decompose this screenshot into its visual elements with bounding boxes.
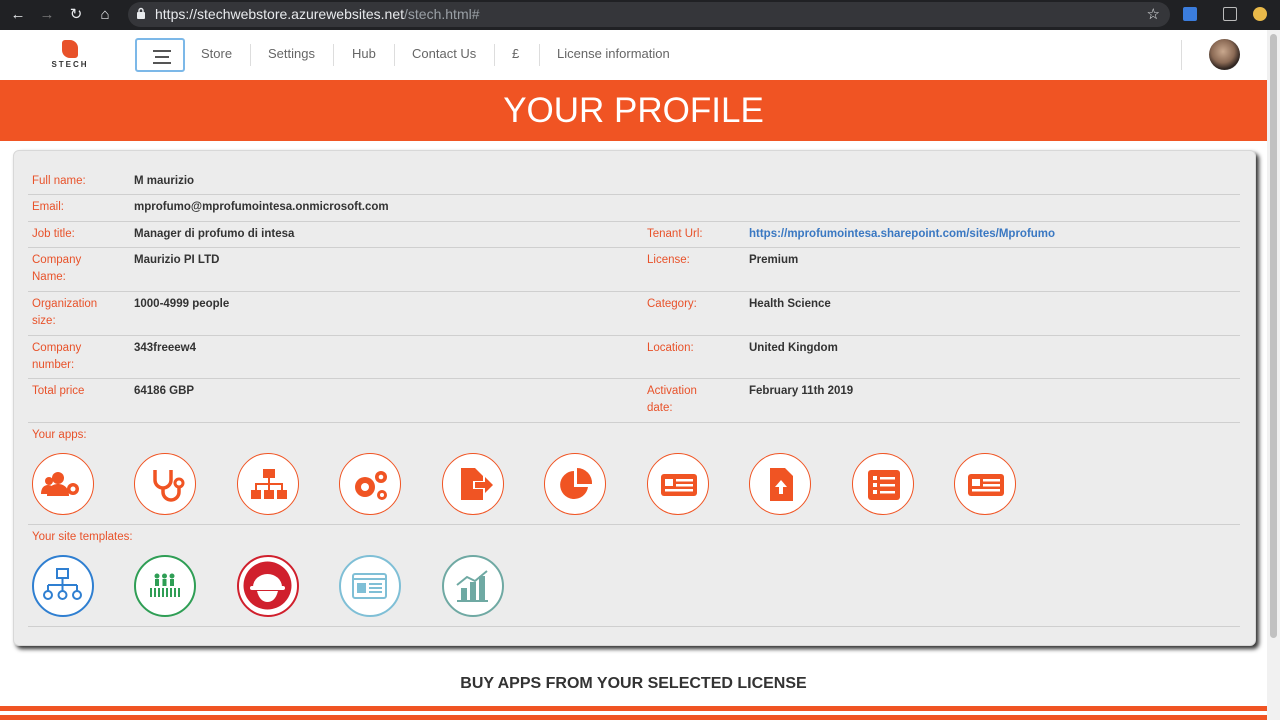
people-icon[interactable] [134,555,196,617]
nav-license-information[interactable]: License information [557,46,670,61]
stech-logo[interactable]: STECH [50,38,90,72]
organization-size-value: 1000-4999 people [134,298,230,310]
hierarchy-icon[interactable] [32,555,94,617]
bar-chart-icon[interactable] [442,555,504,617]
company-number-label: Company number: [32,340,81,374]
newspaper-icon[interactable] [647,453,709,515]
logo-wordmark: STECH [51,60,89,69]
nav-currency[interactable]: £ [512,46,519,61]
address-bar[interactable]: https://stechwebstore.azurewebsites.net/… [128,2,1170,27]
profile-row-company-name: Company Name: Maurizio PI LTD License: Pr… [28,248,1240,292]
gears-icon[interactable] [339,453,401,515]
location-label: Location: [647,342,694,354]
org-chart-icon[interactable] [237,453,299,515]
nav-store[interactable]: Store [201,46,232,61]
label-line: date: [647,402,673,414]
apps-section: Your apps: [28,423,1240,525]
hard-hat-icon[interactable] [237,555,299,617]
category-label: Category: [647,298,697,310]
footer-stripe [0,715,1267,720]
file-upload-icon[interactable] [749,453,811,515]
total-price-value: 64186 GBP [134,385,195,397]
nav-settings[interactable]: Settings [268,46,315,61]
profile-avatar-icon[interactable] [1253,7,1267,21]
site-navbar: STECH Store Settings Hub Contact Us £ Li… [0,30,1267,80]
page-title: YOUR PROFILE [503,91,764,130]
nav-divider [394,44,395,66]
job-title-label: Job title: [32,228,75,240]
home-icon[interactable]: ⌂ [95,5,115,25]
location-value: United Kingdom [749,342,838,354]
file-export-icon[interactable] [442,453,504,515]
lock-icon [137,7,145,19]
users-gear-icon[interactable] [32,453,94,515]
label-line: Company [32,342,82,354]
bookmark-star-icon[interactable]: ☆ [1147,5,1160,23]
nav-contact-us[interactable]: Contact Us [412,46,476,61]
extension-trello-icon[interactable] [1183,7,1197,21]
email-value: mprofumo@mprofumointesa.onmicrosoft.com [134,201,389,213]
category-value: Health Science [749,298,831,310]
nav-divider [250,44,251,66]
company-number-value: 343freeew4 [134,342,197,354]
user-avatar[interactable] [1209,39,1240,70]
organization-size-label: Organization size: [32,296,97,330]
pie-chart-icon[interactable] [544,453,606,515]
menu-button[interactable] [135,38,185,72]
page-title-banner: YOUR PROFILE [0,80,1267,141]
label-line: Organization [32,298,98,310]
nav-divider [333,44,334,66]
activation-date-label: Activation date: [647,383,697,417]
email-label: Email: [32,201,64,213]
company-name-label: Company Name: [32,252,81,286]
templates-section: Your site templates: [28,525,1240,627]
forward-icon[interactable]: → [37,5,57,25]
footer-stripe [0,706,1267,711]
nav-divider [1181,40,1182,70]
nav-hub[interactable]: Hub [352,46,376,61]
apps-label: Your apps: [32,429,87,441]
list-icon[interactable] [852,453,914,515]
browser-toolbar: ← → ↻ ⌂ https://stechwebstore.azurewebsi… [0,0,1280,30]
page-scrollbar[interactable] [1267,30,1280,720]
webpage-icon[interactable] [339,555,401,617]
total-price-label: Total price [32,385,85,397]
templates-label: Your site templates: [32,531,133,543]
job-title-value: Manager di profumo di intesa [134,228,295,240]
label-line: Company [32,254,82,266]
tenant-url-label: Tenant Url: [647,228,703,240]
scrollbar-thumb[interactable] [1270,34,1277,638]
profile-row-total-price: Total price 64186 GBP Activation date: Fe… [28,379,1240,423]
hamburger-icon [153,50,171,52]
profile-row-company-number: Company number: 343freeew4 Location: Unit… [28,336,1240,379]
company-name-value: Maurizio PI LTD [134,254,220,266]
full-name-label: Full name: [32,175,86,187]
profile-row-full-name: Full name: M maurizio [28,169,1240,195]
label-line: Activation [647,385,697,397]
buy-apps-heading: BUY APPS FROM YOUR SELECTED LICENSE [460,675,807,692]
tenant-url-link[interactable]: https://mprofumointesa.sharepoint.com/si… [749,226,1055,243]
nav-divider [494,44,495,66]
reload-icon[interactable]: ↻ [66,5,86,25]
profile-card: Full name: M maurizio Email: mprofumo@mp… [13,150,1256,646]
newspaper-icon[interactable] [954,453,1016,515]
activation-date-value: February 11th 2019 [749,385,854,397]
nav-divider [539,44,540,66]
full-name-value: M maurizio [134,175,195,187]
label-line: number: [32,359,75,371]
license-value: Premium [749,254,799,266]
profile-row-email: Email: mprofumo@mprofumointesa.onmicroso… [28,195,1240,222]
hamburger-bar [155,56,169,58]
back-icon[interactable]: ← [8,5,28,25]
profile-row-job-title: Job title: Manager di profumo di intesa … [28,222,1240,248]
extension-reader-icon[interactable] [1223,7,1237,21]
license-label: License: [647,254,690,266]
label-line: Name: [32,271,66,283]
url-text: https://stechwebstore.azurewebsites.net/… [155,6,480,22]
profile-row-organization-size: Organization size: 1000-4999 people Categ… [28,292,1240,336]
logo-mark-icon [62,40,78,58]
hamburger-bar [153,62,171,64]
label-line: size: [32,315,56,327]
stethoscope-icon[interactable] [134,453,196,515]
